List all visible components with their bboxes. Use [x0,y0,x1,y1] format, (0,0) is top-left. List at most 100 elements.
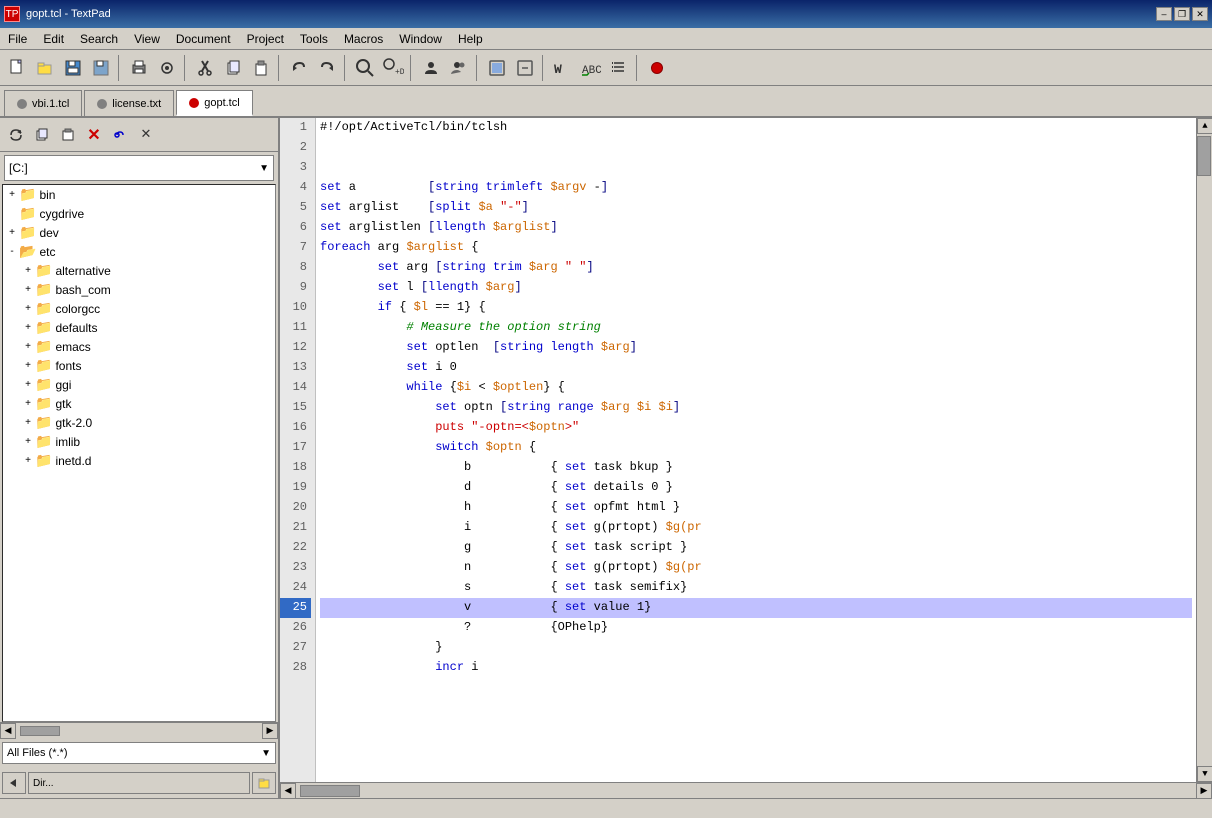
save-button[interactable] [60,55,86,81]
menu-item-view[interactable]: View [126,30,168,48]
maximize-button[interactable]: ❐ [1174,7,1190,21]
tree-item-defaults[interactable]: + 📁 defaults [3,318,275,337]
findreplace-button[interactable]: +D [380,55,406,81]
code-line-14[interactable]: while {$i < $optlen} { [320,378,1192,398]
code-line-11[interactable]: # Measure the option string [320,318,1192,338]
code-line-1[interactable]: #!/opt/ActiveTcl/bin/tclsh [320,118,1192,138]
menu-item-window[interactable]: Window [391,30,450,48]
vscroll-up-button[interactable]: ▲ [1197,118,1212,134]
spell-button[interactable]: ABC [578,55,604,81]
tree-item-cygdrive[interactable]: 📁 cygdrive [3,204,275,223]
code-line-8[interactable]: set arg [string trim $arg " "] [320,258,1192,278]
code-line-5[interactable]: set arglist [split $a "-"] [320,198,1192,218]
sidebar-close-button[interactable]: ✕ [134,123,158,147]
code-line-19[interactable]: d { set details 0 } [320,478,1192,498]
user1-button[interactable] [418,55,444,81]
file-tree[interactable]: + 📁 bin 📁 cygdrive + 📁 dev - 📂 etc + 📁 a… [2,184,276,722]
tree-toggle-gtk[interactable]: + [21,398,35,409]
code-line-13[interactable]: set i 0 [320,358,1192,378]
sidebar-browse-button[interactable] [252,772,276,794]
redo-button[interactable] [314,55,340,81]
tree-item-emacs[interactable]: + 📁 emacs [3,337,275,356]
close-button[interactable]: ✕ [1192,7,1208,21]
tab-gopt[interactable]: gopt.tcl [176,90,252,116]
list-button[interactable] [606,55,632,81]
sidebar-refresh-button[interactable] [4,123,28,147]
hscroll-track[interactable] [296,784,1196,798]
tree-toggle-fonts[interactable]: + [21,360,35,371]
code-line-16[interactable]: puts "-optn=<$optn>" [320,418,1192,438]
menu-item-macros[interactable]: Macros [336,30,391,48]
tab-license[interactable]: license.txt [84,90,174,116]
menu-item-file[interactable]: File [0,30,35,48]
menu-item-edit[interactable]: Edit [35,30,72,48]
menu-item-document[interactable]: Document [168,30,239,48]
vscroll-thumb[interactable] [1197,136,1211,176]
sidebar-paste-button[interactable] [56,123,80,147]
tree-hscroll-right[interactable]: ▶ [262,723,278,739]
code-line-18[interactable]: b { set task bkup } [320,458,1192,478]
code-line-25[interactable]: v { set value 1} [320,598,1192,618]
sidebar-nav-back-button[interactable] [2,772,26,794]
code-line-12[interactable]: set optlen [string length $arg] [320,338,1192,358]
tree-item-dev[interactable]: + 📁 dev [3,223,275,242]
clip2-button[interactable] [512,55,538,81]
macro-button[interactable]: W [550,55,576,81]
tree-toggle-bash_com[interactable]: + [21,284,35,295]
vertical-scrollbar[interactable]: ▲ ▼ [1196,118,1212,782]
drive-selector[interactable]: [C:] ▼ [4,155,274,181]
code-line-6[interactable]: set arglistlen [llength $arglist] [320,218,1192,238]
sidebar-link-button[interactable] [108,123,132,147]
horizontal-scrollbar[interactable]: ◀ ▶ [280,782,1212,798]
code-line-21[interactable]: i { set g(prtopt) $g(pr [320,518,1192,538]
tree-toggle-defaults[interactable]: + [21,322,35,333]
print-button[interactable] [126,55,152,81]
tree-item-alternative[interactable]: + 📁 alternative [3,261,275,280]
print-preview-button[interactable] [154,55,180,81]
tree-toggle-imlib[interactable]: + [21,436,35,447]
tree-toggle-emacs[interactable]: + [21,341,35,352]
new-file-button[interactable] [4,55,30,81]
vscroll-down-button[interactable]: ▼ [1197,766,1212,782]
tree-item-fonts[interactable]: + 📁 fonts [3,356,275,375]
tree-item-gtk[interactable]: + 📁 gtk [3,394,275,413]
code-line-7[interactable]: foreach arg $arglist { [320,238,1192,258]
tree-item-gtk-2.0[interactable]: + 📁 gtk-2.0 [3,413,275,432]
tree-toggle-etc[interactable]: - [5,246,19,257]
tree-item-inetd.d[interactable]: + 📁 inetd.d [3,451,275,470]
tree-item-bash_com[interactable]: + 📁 bash_com [3,280,275,299]
tree-item-bin[interactable]: + 📁 bin [3,185,275,204]
sidebar-copy-button[interactable] [30,123,54,147]
copy-button[interactable] [220,55,246,81]
cut-button[interactable] [192,55,218,81]
tab-vbi[interactable]: vbi.1.tcl [4,90,82,116]
menu-item-help[interactable]: Help [450,30,491,48]
vscroll-track[interactable] [1197,134,1212,766]
saveas-button[interactable] [88,55,114,81]
code-line-24[interactable]: s { set task semifix} [320,578,1192,598]
code-line-23[interactable]: n { set g(prtopt) $g(pr [320,558,1192,578]
tree-item-imlib[interactable]: + 📁 imlib [3,432,275,451]
code-line-3[interactable] [320,158,1192,178]
paste-button[interactable] [248,55,274,81]
filter-arrow-icon[interactable]: ▼ [261,748,271,759]
sidebar-delete-button[interactable]: ✕ [82,123,106,147]
tree-toggle-bin[interactable]: + [5,189,19,200]
open-file-button[interactable] [32,55,58,81]
hscroll-left-button[interactable]: ◀ [280,783,296,799]
code-line-20[interactable]: h { set opfmt html } [320,498,1192,518]
code-line-10[interactable]: if { $l == 1} { [320,298,1192,318]
code-line-4[interactable]: set a [string trimleft $argv -] [320,178,1192,198]
tree-toggle-inetd.d[interactable]: + [21,455,35,466]
menu-item-project[interactable]: Project [239,30,292,48]
tree-toggle-ggi[interactable]: + [21,379,35,390]
hscroll-thumb[interactable] [300,785,360,797]
tree-hscroll-left[interactable]: ◀ [0,723,16,739]
tree-item-ggi[interactable]: + 📁 ggi [3,375,275,394]
user2-button[interactable] [446,55,472,81]
menu-item-tools[interactable]: Tools [292,30,336,48]
hscroll-right-button[interactable]: ▶ [1196,783,1212,799]
code-line-15[interactable]: set optn [string range $arg $i $i] [320,398,1192,418]
tree-hscrollbar[interactable]: ◀ ▶ [0,722,278,738]
code-line-17[interactable]: switch $optn { [320,438,1192,458]
